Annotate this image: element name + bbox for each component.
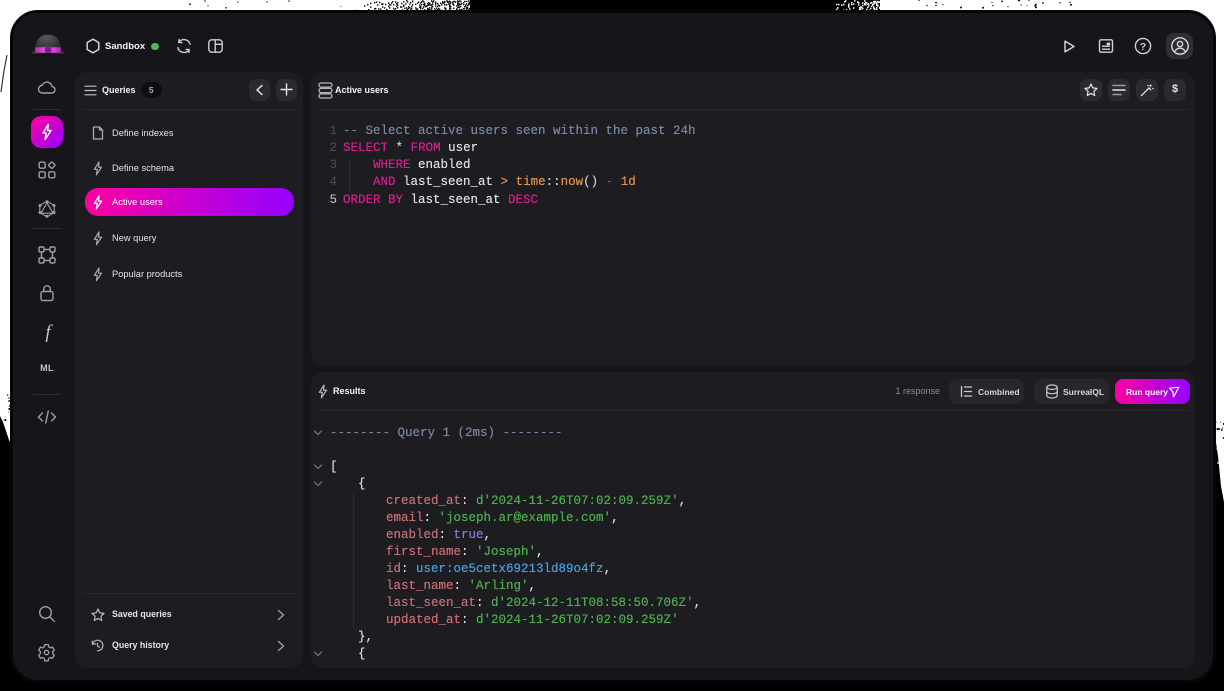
svg-text:?: ? (1140, 41, 1146, 53)
